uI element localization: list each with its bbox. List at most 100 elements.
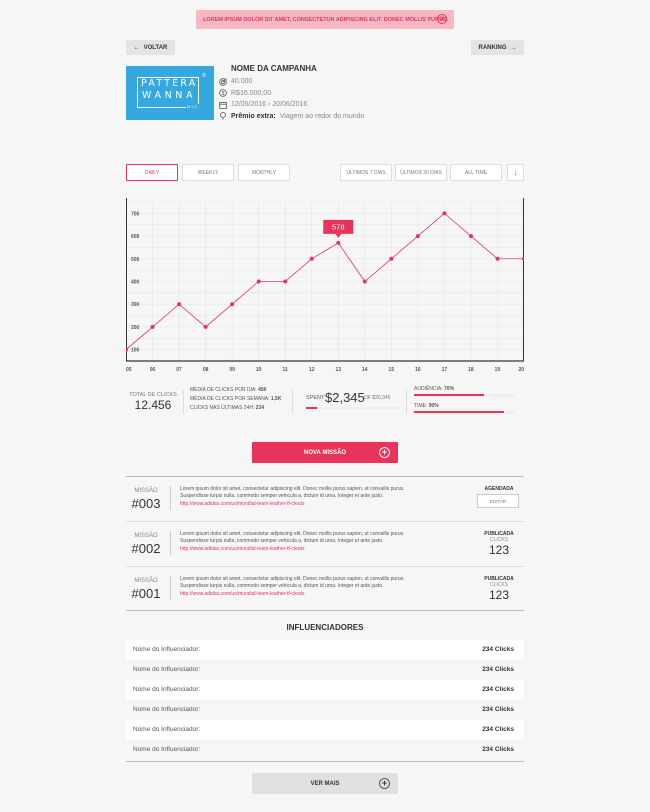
alert-banner: LOREM IPSUM DOLOR SIT AMET, CONSECTETUR …	[196, 10, 454, 29]
prize-value: Viagem ao redor do mundo	[279, 112, 365, 120]
influencer-clicks: 234 Clicks	[482, 726, 514, 733]
ranking-button[interactable]: RANKING →	[471, 40, 524, 55]
new-mission-button[interactable]: NOVA MISSÃO +	[252, 442, 398, 463]
spent-of: OF $20,345	[364, 395, 391, 401]
tab-daily[interactable]: DAILY	[126, 164, 178, 181]
x-tick-label: 18	[468, 367, 474, 373]
logo-line2: WANNA	[142, 90, 197, 101]
mission-link[interactable]: http://www.adidas.com/us/mundial-team-le…	[180, 501, 305, 507]
new-mission-label: NOVA MISSÃO	[303, 449, 346, 456]
x-tick-label: 05	[126, 367, 132, 373]
alert-text: LOREM IPSUM DOLOR SIT AMET, CONSECTETUR …	[203, 16, 449, 23]
mission-status: AGENDADA	[484, 486, 514, 492]
data-point	[309, 256, 314, 261]
mission-number: #001	[131, 586, 161, 601]
mission-link[interactable]: http://www.adidas.com/us/mundial-team-le…	[180, 546, 305, 552]
x-tick-label: 11	[283, 367, 289, 373]
data-point	[442, 211, 447, 216]
ranking-label: RANKING	[478, 44, 507, 51]
logo-line3: NYC	[186, 104, 200, 109]
x-tick-label: 17	[442, 367, 448, 373]
influencer-row[interactable]: Nome do Influenciador: 234 Clicks	[126, 640, 524, 660]
data-point	[468, 234, 473, 239]
x-tick-label: 15	[389, 367, 395, 373]
data-point	[495, 256, 500, 261]
influencer-row[interactable]: Nome do Influenciador: 234 Clicks	[126, 720, 524, 740]
edit-button[interactable]: EDITAR	[477, 494, 519, 508]
y-tick-label: 100	[131, 348, 140, 354]
mission-clicks: 123	[488, 588, 510, 602]
influencer-clicks: 234 Clicks	[482, 706, 514, 713]
mission-item: MISSÃO #002 Lorem ipsum dolor sit amet, …	[126, 521, 524, 566]
influencer-row[interactable]: Nome do Influenciador: 234 Clicks	[126, 680, 524, 700]
filter-alltime[interactable]: ALL TIME	[450, 164, 502, 181]
x-tick-label: 14	[362, 367, 368, 373]
mission-text: Lorem ipsum dolor sit amet, consectetur …	[180, 531, 405, 544]
avg-week-label: MÉDIA DE CLICKS POR SEMANA:	[190, 396, 270, 402]
data-point	[150, 324, 155, 329]
time-progress-bar	[414, 411, 504, 413]
back-label: VOLTAR	[143, 44, 168, 51]
last24-value: 234	[255, 405, 265, 411]
target-row: 40.000	[219, 76, 364, 88]
calendar-icon	[219, 101, 227, 109]
see-more-label: VER MAIS	[310, 780, 340, 787]
y-tick-label: 700	[131, 211, 140, 217]
filter-last7[interactable]: ÚLTIMOS 7 DIAS	[340, 164, 392, 181]
mission-link[interactable]: http://www.adidas.com/us/mundial-team-le…	[180, 591, 305, 597]
x-tick-label: 13	[335, 367, 341, 373]
spent-value: $2,345	[325, 390, 365, 405]
download-button[interactable]: ↓	[507, 164, 524, 181]
x-tick-label: 06	[150, 367, 156, 373]
budget-row: $ R$16.000,00	[219, 88, 364, 100]
mission-clicks: 123	[488, 543, 510, 557]
prize-label: Prêmio extra:	[231, 112, 276, 120]
campaign-logo: PATTERA WANNA NYC ®	[126, 66, 214, 120]
data-point	[177, 302, 182, 307]
avg-day-value: 456	[258, 387, 267, 393]
tab-monthly[interactable]: MONTHLY	[238, 164, 290, 181]
influencer-name: Nome do Influenciador:	[133, 646, 201, 653]
total-clicks: TOTAL DE CLICKS 12.456	[126, 386, 180, 412]
data-point	[336, 240, 341, 245]
influencer-row[interactable]: Nome do Influenciador: 234 Clicks	[126, 740, 524, 760]
plus-circle-icon: +	[379, 778, 390, 789]
x-tick-label: 12	[309, 367, 315, 373]
clicks-line-chart: 100 200 300 400 500 600 700 05 06 07 08 09 10 11 12 13…	[126, 198, 524, 373]
influencer-name: Nome do Influenciador:	[133, 726, 201, 733]
influencer-row[interactable]: Nome do Influenciador: 234 Clicks	[126, 700, 524, 720]
audience-value: 70%	[444, 386, 455, 392]
influencer-row[interactable]: Nome do Influenciador: 234 Clicks	[126, 660, 524, 680]
campaign-budget: R$16.000,00	[231, 89, 272, 97]
filter-last30[interactable]: ÚLTIMOS 30 DIAS	[395, 164, 447, 181]
x-tick-label: 16	[415, 367, 421, 373]
tooltip-label: 578	[332, 222, 345, 231]
data-point	[256, 279, 261, 284]
avg-week-value: 1,5K	[270, 396, 282, 402]
data-point	[283, 279, 288, 284]
arrow-down-icon: ↓	[513, 168, 518, 177]
y-tick-label: 500	[131, 257, 140, 263]
plus-circle-icon: +	[379, 447, 390, 458]
total-clicks-value: 12.456	[134, 398, 172, 412]
y-tick-label: 400	[131, 280, 140, 286]
campaign-info: NOME DA CAMPANHA 40.000 $ R$16.000,00 12…	[219, 64, 364, 122]
data-point	[362, 279, 367, 284]
tab-weekly[interactable]: WEEKLY	[182, 164, 234, 181]
mission-label: MISSÃO	[134, 533, 158, 539]
dates-row: 12/05/2016 › 20/06/2016	[219, 99, 364, 111]
prize-row: Prêmio extra: Viagem ao redor do mundo	[219, 111, 364, 123]
x-tick-label: 20	[518, 367, 524, 373]
close-circle-icon[interactable]: ×	[437, 14, 447, 24]
influencer-clicks: 234 Clicks	[482, 646, 514, 653]
see-more-button[interactable]: VER MAIS +	[252, 773, 398, 794]
x-tick-label: 07	[176, 367, 182, 373]
campaign-dates: 12/05/2016 › 20/06/2016	[231, 101, 308, 109]
target-icon	[219, 77, 227, 86]
data-point	[415, 234, 420, 239]
logo-reg: ®	[202, 73, 206, 79]
y-tick-label: 200	[131, 325, 140, 331]
back-button[interactable]: ← VOLTAR	[126, 40, 175, 55]
time-value: 90%	[428, 403, 439, 409]
mission-label: MISSÃO	[134, 578, 158, 584]
